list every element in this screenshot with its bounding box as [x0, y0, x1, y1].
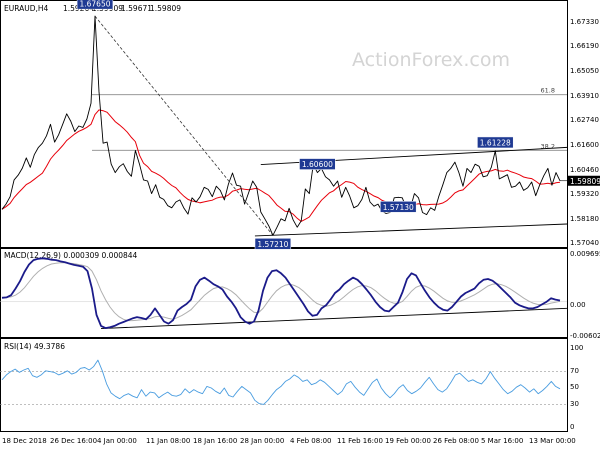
fib-level-label: 61.8 — [541, 87, 555, 95]
rsi-plot — [0, 359, 567, 405]
x-tick-label: 11 Jan 08:00 — [146, 437, 190, 445]
x-tick-label: 26 Dec 16:00 — [50, 437, 97, 445]
last-price-label: 1.59809 — [570, 177, 600, 186]
x-tick-label: 28 Jan 00:00 — [240, 437, 284, 445]
x-tick-label: 4 Feb 08:00 — [290, 437, 331, 445]
x-tick-label: 4 Jan 00:00 — [97, 437, 137, 445]
price-point-label: 1.61228 — [480, 138, 511, 147]
price-y-tick-label: 1.58180 — [570, 215, 599, 223]
x-tick-label: 5 Mar 16:00 — [481, 437, 523, 445]
retracement-dashed-line — [94, 15, 274, 236]
rsi-y-axis: 100 70 50 30 0 — [570, 344, 583, 431]
rsi-y-tick-label: 100 — [570, 344, 583, 352]
rsi-line — [1, 359, 561, 405]
macd-y-tick-label: -0.006025 — [570, 332, 600, 340]
price-y-tick-label: 1.60460 — [570, 166, 599, 174]
x-tick-label: 13 Mar 00:00 — [529, 437, 576, 445]
price-y-tick-label: 1.59320 — [570, 190, 599, 198]
macd-plot — [0, 257, 568, 329]
price-y-tick-label: 1.57040 — [570, 239, 599, 247]
rsi-y-tick-label: 70 — [570, 367, 579, 375]
price-moving-average-line — [1, 109, 561, 222]
watermark: ActionForex.com — [352, 49, 510, 71]
price-point-label: 1.57130 — [383, 203, 414, 212]
lower-channel-trendline — [254, 223, 568, 237]
macd-y-tick-label: 0.009695 — [570, 250, 600, 258]
price-y-tick-label: 1.63910 — [570, 92, 599, 100]
x-tick-label: 18 Jan 16:00 — [193, 437, 237, 445]
price-y-tick-label: 1.62740 — [570, 116, 599, 124]
rsi-y-tick-label: 0 — [570, 423, 574, 431]
price-y-tick-label: 1.61600 — [570, 141, 599, 149]
price-point-label: 1.57210 — [257, 240, 288, 249]
price-close: 1.59809 — [150, 4, 181, 13]
chart-canvas: ActionForex.com EURAUD,H4 1.59264 1.5990… — [0, 0, 600, 445]
macd-title: MACD(12,26,9) 0.000309 0.000844 — [4, 251, 138, 260]
price-y-tick-label: 1.67330 — [570, 18, 599, 26]
x-tick-label: 19 Feb 00:00 — [385, 437, 431, 445]
price-title: EURAUD,H4 — [4, 4, 49, 13]
macd-panel-frame — [0, 248, 568, 338]
x-axis: 18 Dec 2018 26 Dec 16:00 4 Jan 00:00 11 … — [2, 437, 576, 445]
price-point-label: 1.60600 — [302, 160, 333, 169]
rsi-panel-frame — [0, 338, 568, 432]
price-y-axis: 1.67330 1.66190 1.65050 1.63910 1.62740 … — [570, 18, 599, 247]
price-low: 1.59671 — [121, 4, 152, 13]
price-y-tick-label: 1.65050 — [570, 67, 599, 75]
rsi-title: RSI(14) 49.3786 — [4, 342, 65, 351]
price-y-tick-label: 1.66190 — [570, 42, 599, 50]
rsi-y-tick-label: 30 — [570, 400, 579, 408]
price-plot: 61.838.21.59809 — [1, 15, 600, 237]
price-point-label: 1.67650 — [79, 0, 110, 9]
x-tick-label: 26 Feb 08:00 — [433, 437, 479, 445]
x-tick-label: 18 Dec 2018 — [2, 437, 47, 445]
x-tick-label: 11 Feb 16:00 — [337, 437, 383, 445]
macd-y-tick-label: 0.00 — [570, 301, 586, 309]
rsi-y-tick-label: 50 — [570, 383, 579, 391]
macd-y-axis: 0.009695 0.00 -0.006025 — [570, 250, 600, 340]
price-labels: 1.67650 1.60600 1.61228 1.57210 1.57130 — [76, 0, 514, 250]
